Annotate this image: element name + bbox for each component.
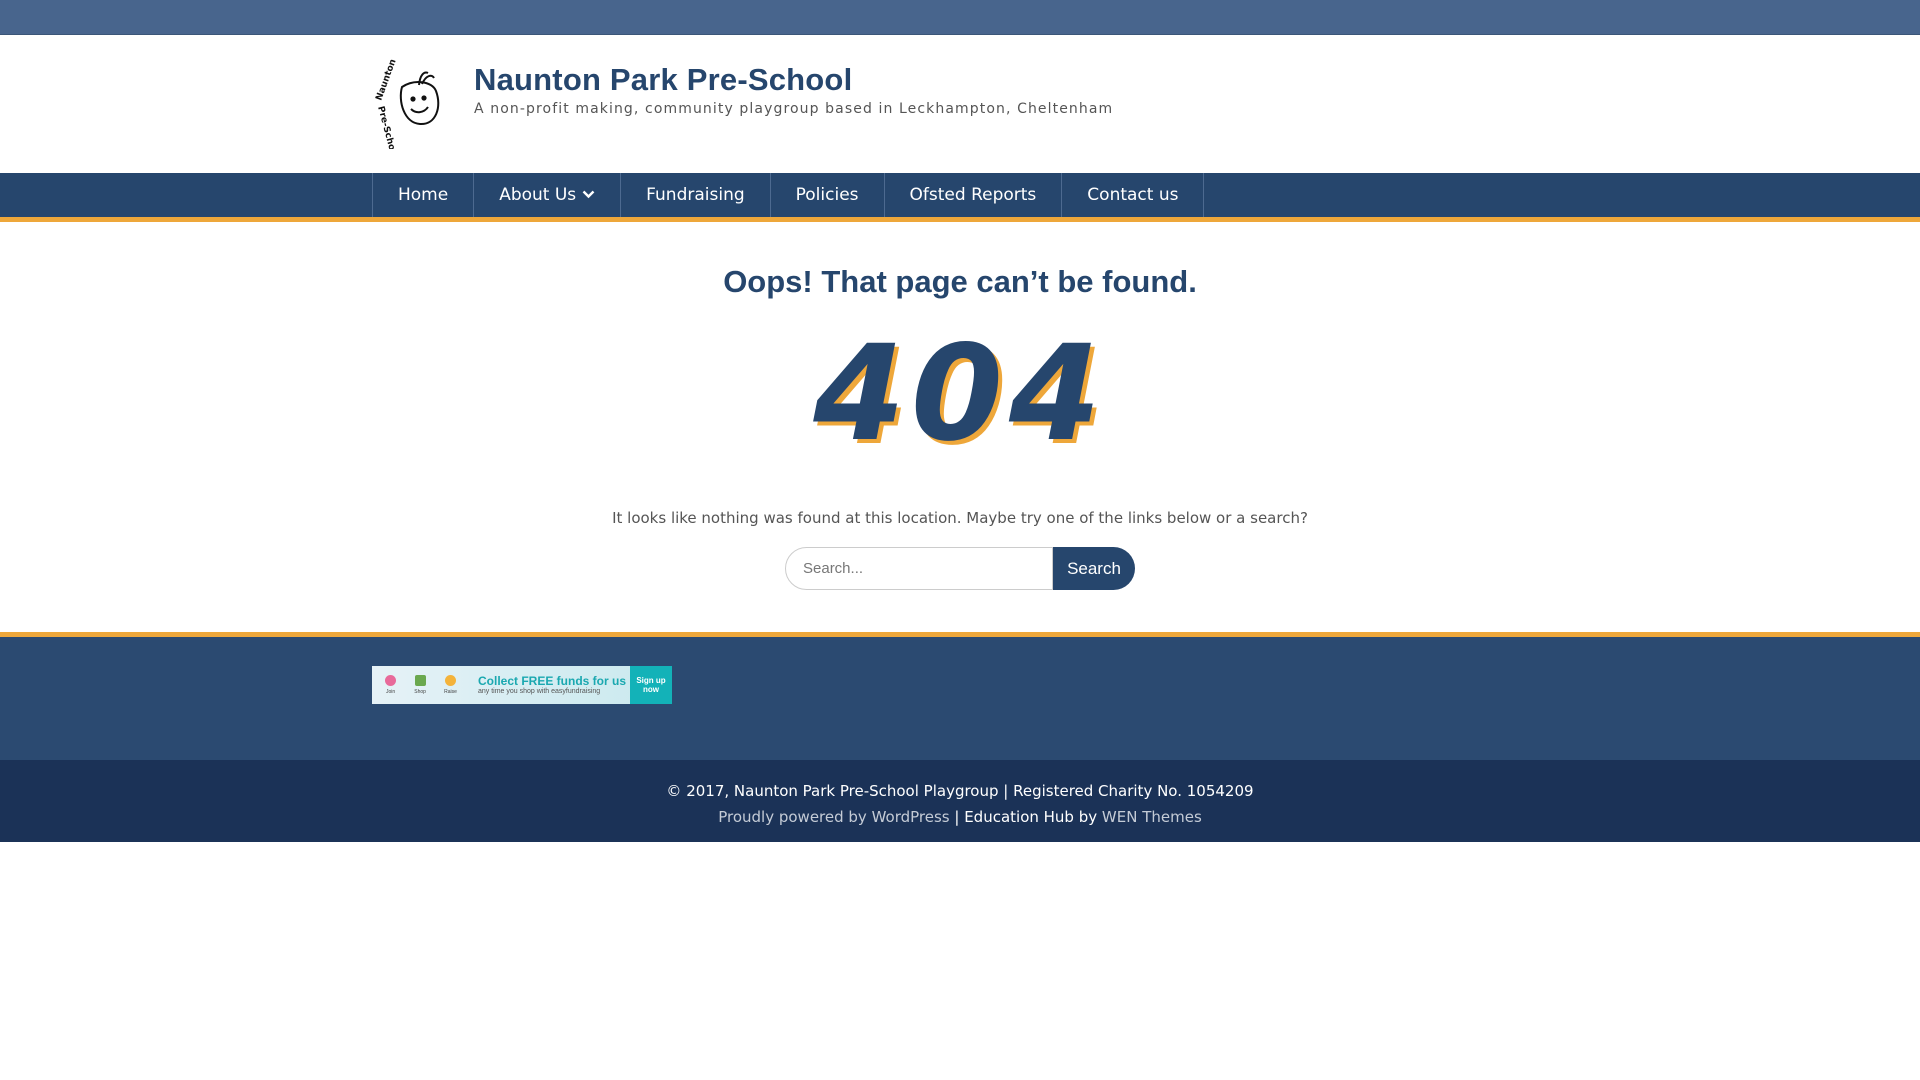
heart-icon bbox=[385, 675, 397, 686]
top-bar bbox=[0, 0, 1920, 35]
nav-item-label: Ofsted Reports bbox=[909, 185, 1037, 205]
banner-step-raise: Raise bbox=[444, 675, 457, 695]
site-title[interactable]: Naunton Park Pre-School bbox=[474, 60, 1113, 100]
banner-step-shop: Shop bbox=[414, 675, 426, 695]
banner-subline: any time you shop with easyfundraising bbox=[478, 688, 601, 695]
error-code: 404 bbox=[813, 317, 1107, 471]
basket-icon bbox=[414, 675, 426, 686]
banner-steps: Join Shop Raise bbox=[372, 675, 466, 695]
nav-item-home[interactable]: Home bbox=[373, 173, 475, 217]
theme-author-link[interactable]: WEN Themes bbox=[1102, 808, 1202, 826]
site-description: A non-profit making, community playgroup… bbox=[474, 101, 1114, 117]
svg-text:Naunton Park: Naunton Park bbox=[374, 57, 407, 102]
search-input[interactable] bbox=[785, 547, 1053, 590]
nav-item-label: Contact us bbox=[1087, 185, 1179, 205]
wordpress-link[interactable]: Proudly powered by WordPress bbox=[718, 808, 949, 826]
error-message: It looks like nothing was found at this … bbox=[612, 509, 1308, 527]
footer-widgets: Join Shop Raise Collect FREE funds for u… bbox=[0, 632, 1920, 760]
footer-separator: | bbox=[949, 808, 965, 826]
easyfundraising-banner[interactable]: Join Shop Raise Collect FREE funds for u… bbox=[372, 666, 672, 704]
search-form: Search bbox=[785, 547, 1135, 590]
main-navigation: Home About Us Fundraising Policies Ofste… bbox=[0, 173, 1920, 222]
footer-credits: Proudly powered by WordPress | Education… bbox=[0, 808, 1920, 826]
nav-item-policies[interactable]: Policies bbox=[771, 173, 885, 217]
site-header: Naunton Park Pre-School Playgroup Naunto… bbox=[0, 35, 1920, 173]
site-branding: Naunton Park Pre-School Playgroup Naunto… bbox=[372, 57, 1113, 149]
page-title: Oops! That page can’t be found. bbox=[723, 264, 1197, 299]
chevron-down-icon[interactable] bbox=[582, 187, 595, 203]
nav-item-contact-us[interactable]: Contact us bbox=[1062, 173, 1205, 217]
svg-text:Pre-School Playgroup: Pre-School Playgroup bbox=[375, 105, 413, 149]
nav-item-fundraising[interactable]: Fundraising bbox=[621, 173, 771, 217]
nav-item-label: Home bbox=[398, 185, 449, 205]
theme-name: Education Hub by bbox=[964, 808, 1102, 826]
nav-item-label: About Us bbox=[499, 185, 577, 205]
banner-step-join: Join bbox=[385, 675, 397, 695]
nav-item-ofsted-reports[interactable]: Ofsted Reports bbox=[885, 173, 1063, 217]
search-button[interactable]: Search bbox=[1053, 547, 1135, 590]
nav-item-label: Fundraising bbox=[646, 185, 745, 205]
site-footer: © 2017, Naunton Park Pre-School Playgrou… bbox=[0, 760, 1920, 842]
site-logo[interactable]: Naunton Park Pre-School Playgroup bbox=[372, 57, 464, 149]
copyright-text: © 2017, Naunton Park Pre-School Playgrou… bbox=[666, 782, 1254, 800]
coin-icon bbox=[445, 675, 456, 686]
nav-item-label: Policies bbox=[795, 185, 859, 205]
main-content: Oops! That page can’t be found. 404 It l… bbox=[0, 222, 1920, 632]
banner-signup-button[interactable]: Sign up now bbox=[630, 666, 672, 704]
nav-item-about-us[interactable]: About Us bbox=[474, 173, 622, 217]
banner-headline: Collect FREE funds for us bbox=[478, 674, 627, 688]
